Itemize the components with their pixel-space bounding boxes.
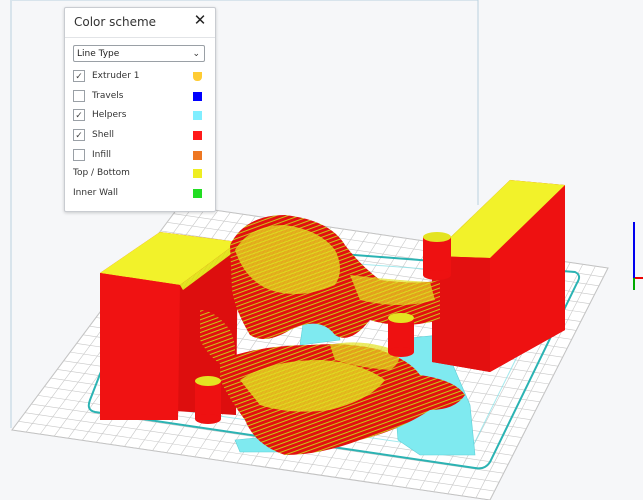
legend-color-swatch: [193, 92, 202, 101]
legend-color-swatch: [193, 151, 202, 160]
chevron-down-icon: ⌄: [192, 49, 200, 59]
legend-label: Extruder 1: [92, 71, 140, 81]
cylinder-middle: [388, 313, 414, 357]
legend-item-top-bottom: Top / Bottom: [73, 167, 209, 181]
panel-divider: [65, 37, 215, 38]
close-icon[interactable]: ✕: [191, 11, 209, 29]
color-scheme-panel: Color scheme ✕ Line Type ⌄ ✓ Extruder 1 Tr…: [64, 7, 216, 212]
legend-item-shell[interactable]: ✓ Shell: [73, 129, 209, 143]
legend-item-infill[interactable]: Infill: [73, 149, 209, 163]
legend-color-swatch: [193, 169, 202, 178]
legend-label: Shell: [92, 130, 114, 140]
legend-label: Travels: [92, 91, 124, 101]
legend-checkbox[interactable]: ✓: [73, 129, 85, 141]
legend-item-inner-wall: Inner Wall: [73, 187, 209, 201]
color-scheme-select[interactable]: Line Type ⌄: [73, 45, 205, 62]
panel-title: Color scheme: [74, 15, 157, 29]
legend-color-swatch: [193, 111, 202, 120]
legend-color-swatch: [193, 72, 202, 81]
legend-label: Inner Wall: [73, 188, 118, 198]
legend-label: Helpers: [92, 110, 127, 120]
axis-gizmo: [633, 222, 643, 290]
legend-item-travels[interactable]: Travels: [73, 90, 209, 104]
legend-checkbox[interactable]: [73, 149, 85, 161]
cylinder-left-front: [195, 376, 221, 424]
legend-item-extruder-1[interactable]: ✓ Extruder 1: [73, 70, 209, 84]
cylinder-right-back: [423, 232, 451, 280]
legend-label: Infill: [92, 150, 112, 160]
legend-label: Top / Bottom: [73, 168, 130, 178]
legend-color-swatch: [193, 131, 202, 140]
select-value: Line Type: [77, 49, 120, 59]
legend-checkbox[interactable]: [73, 90, 85, 102]
legend-color-swatch: [193, 189, 202, 198]
legend-checkbox[interactable]: ✓: [73, 109, 85, 121]
legend-checkbox[interactable]: ✓: [73, 70, 85, 82]
legend-item-helpers[interactable]: ✓ Helpers: [73, 109, 209, 123]
